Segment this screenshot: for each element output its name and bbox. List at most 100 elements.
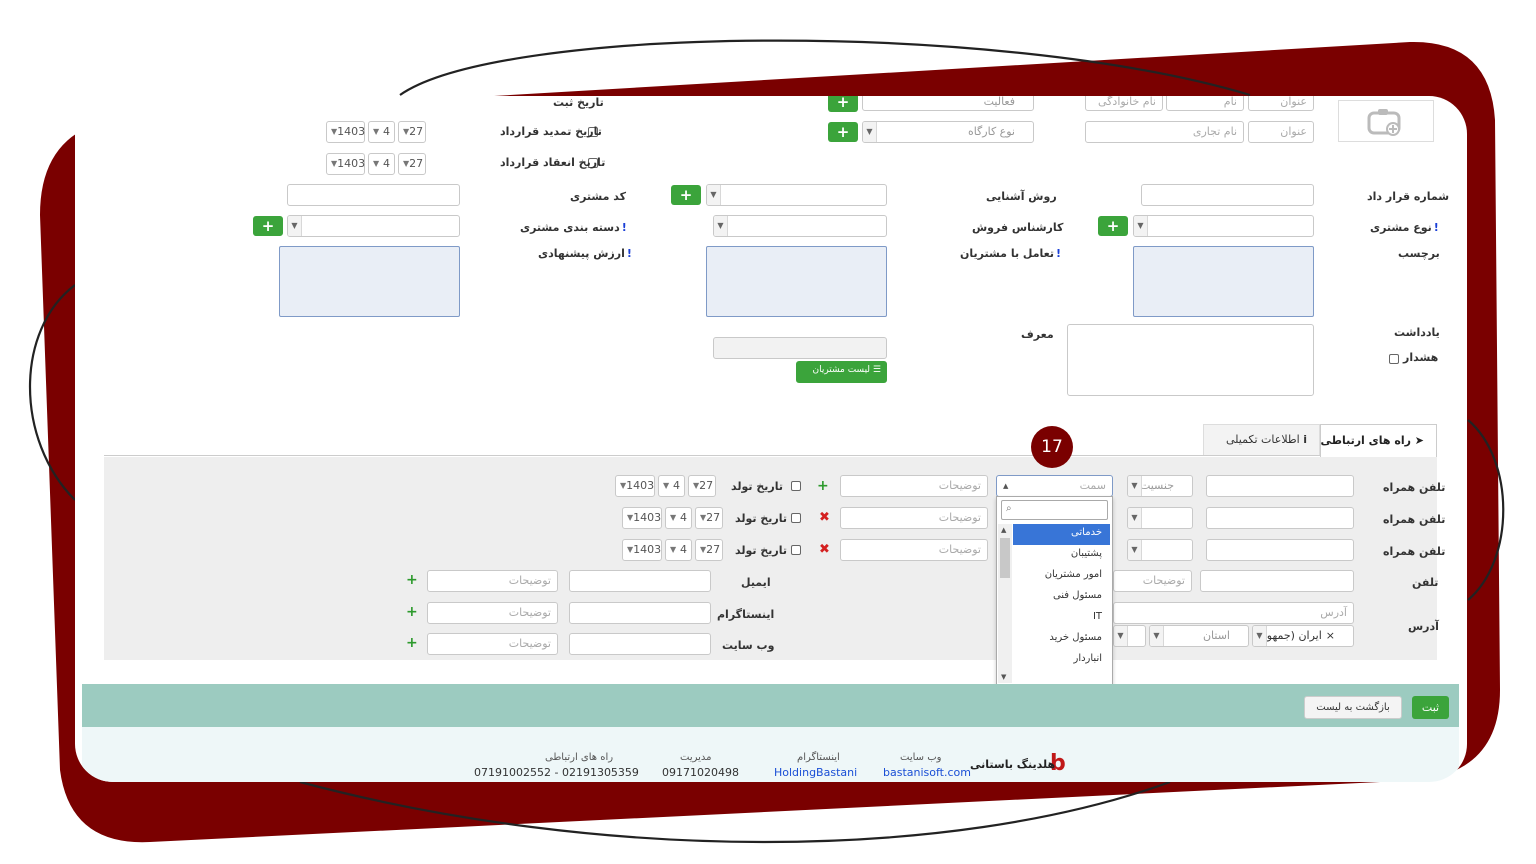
tag-textarea[interactable] xyxy=(1133,246,1314,317)
birth3-month[interactable]: ▼ 4 xyxy=(665,539,692,561)
renew-month[interactable]: ▼ 4 xyxy=(368,121,395,143)
birth-checkbox-2[interactable] xyxy=(791,513,801,523)
renew-day[interactable]: ▼ 27 xyxy=(398,121,426,143)
birth2-month[interactable]: ▼ 4 xyxy=(665,507,692,529)
birth2-year[interactable]: ▼ 1403 xyxy=(622,507,662,529)
back-to-list-button[interactable]: بازگشت به لیست xyxy=(1304,696,1402,719)
dropdown-option[interactable]: مسئول فنی xyxy=(1013,587,1110,608)
mobile-field-2[interactable] xyxy=(1206,507,1354,529)
tag-label: برچسب xyxy=(1398,247,1440,260)
dropdown-option[interactable]: IT xyxy=(1013,608,1110,629)
gender-select-1[interactable]: ▼ جنسیت xyxy=(1127,475,1193,497)
dropdown-option[interactable]: خدماتی xyxy=(1013,524,1110,545)
add-customer-type-button[interactable]: + xyxy=(1098,216,1128,236)
province-select[interactable]: ▼ استان xyxy=(1149,625,1249,647)
add-intro-button[interactable]: + xyxy=(671,185,701,205)
photo-upload[interactable] xyxy=(1338,100,1434,142)
website-desc-field[interactable]: توضیحات xyxy=(427,633,558,655)
mobile-label-3: تلفن همراه xyxy=(1383,545,1446,558)
customer-type-select[interactable]: ▼ xyxy=(1133,215,1314,237)
reg-date-label: تاریخ ثبت xyxy=(553,96,604,109)
proposed-value-textarea[interactable] xyxy=(279,246,460,317)
gender-select-3[interactable]: ▼ xyxy=(1127,539,1193,561)
phone-desc-field[interactable]: توضیحات xyxy=(1113,570,1192,592)
title-field[interactable]: عنوان xyxy=(1248,96,1314,111)
desc-field-2[interactable]: توضیحات xyxy=(840,507,988,529)
dropdown-option[interactable]: امور مشتریان xyxy=(1013,566,1110,587)
birth1-day[interactable]: ▼ 27 xyxy=(688,475,716,497)
country-select[interactable]: ▼ ×ایران (جمهو... xyxy=(1252,625,1354,647)
customer-category-select[interactable]: ▼ xyxy=(287,215,460,237)
instagram-field[interactable] xyxy=(569,602,711,624)
dropdown-option[interactable]: پشتیبان xyxy=(1013,545,1110,566)
phone-field[interactable] xyxy=(1200,570,1354,592)
contract-day[interactable]: ▼ 27 xyxy=(398,153,426,175)
list-icon: ☰ xyxy=(872,365,881,375)
footer-website-link[interactable]: bastanisoft.com xyxy=(883,766,971,779)
email-desc-field[interactable]: توضیحات xyxy=(427,570,558,592)
mobile-field-1[interactable] xyxy=(1206,475,1354,497)
trade-name-field[interactable]: نام تجاری xyxy=(1085,121,1244,143)
submit-button[interactable]: ثبت xyxy=(1412,696,1449,719)
customer-code-field[interactable] xyxy=(287,184,460,206)
birth-checkbox-1[interactable] xyxy=(791,481,801,491)
camera-add-icon xyxy=(1367,109,1401,136)
email-label: ایمیل xyxy=(741,576,771,589)
contract-month[interactable]: ▼ 4 xyxy=(368,153,395,175)
gender-select-2[interactable]: ▼ xyxy=(1127,507,1193,529)
workshop-type-select[interactable]: ▼ نوع کارگاه xyxy=(862,121,1034,143)
dropdown-option[interactable]: مسئول خرید xyxy=(1013,629,1110,650)
add-category-button[interactable]: + xyxy=(253,216,283,236)
city-select[interactable]: ▼شه xyxy=(1113,625,1146,647)
remove-mobile-icon-2[interactable]: ✖ xyxy=(819,510,830,525)
instagram-desc-field[interactable]: توضیحات xyxy=(427,602,558,624)
birth-checkbox-3[interactable] xyxy=(791,545,801,555)
add-website-icon[interactable]: + xyxy=(406,635,418,651)
remove-mobile-icon-3[interactable]: ✖ xyxy=(819,542,830,557)
desc-field-3[interactable]: توضیحات xyxy=(840,539,988,561)
dropdown-option[interactable]: انباردار xyxy=(1013,650,1110,671)
interaction-label: !تعامل با مشتریان xyxy=(960,247,1062,260)
tabs-underline xyxy=(104,455,1437,456)
name-field[interactable]: نام xyxy=(1166,96,1244,111)
dropdown-scrollbar[interactable]: ▲ ▼ xyxy=(998,524,1012,683)
address-field[interactable]: آدرس xyxy=(1113,602,1354,624)
contract-year[interactable]: ▼ 1403 xyxy=(326,153,365,175)
birth3-year[interactable]: ▼ 1403 xyxy=(622,539,662,561)
website-field[interactable] xyxy=(569,633,711,655)
customer-list-button[interactable]: ☰ لیست مشتریان xyxy=(796,361,887,383)
mobile-field-3[interactable] xyxy=(1206,539,1354,561)
renew-year[interactable]: ▼ 1403 xyxy=(326,121,365,143)
footer-instagram-link[interactable]: HoldingBastani xyxy=(774,766,857,779)
contract-no-field[interactable] xyxy=(1141,184,1314,206)
company-title-field[interactable]: عنوان xyxy=(1248,121,1314,143)
tab-extra-info[interactable]: i اطلاعات تکمیلی xyxy=(1203,424,1320,455)
birth2-day[interactable]: ▼ 27 xyxy=(695,507,723,529)
referrer-label: معرف xyxy=(1021,328,1054,341)
add-email-icon[interactable]: + xyxy=(406,572,418,588)
position-select-1[interactable]: ▲ سمت xyxy=(996,475,1113,497)
add-activity-button[interactable]: + xyxy=(828,96,858,112)
birth1-month[interactable]: ▼ 4 xyxy=(658,475,685,497)
note-textarea[interactable] xyxy=(1067,324,1314,396)
tab-contact[interactable]: ➤ راه های ارتباطی xyxy=(1320,424,1437,457)
clear-icon[interactable]: × xyxy=(1326,629,1335,642)
birth3-day[interactable]: ▼ 27 xyxy=(695,539,723,561)
email-field[interactable] xyxy=(569,570,711,592)
add-mobile-icon[interactable]: + xyxy=(817,478,829,494)
add-instagram-icon[interactable]: + xyxy=(406,604,418,620)
footer-management-label: مدیریت xyxy=(680,752,712,763)
intro-method-select[interactable]: ▼ xyxy=(706,184,887,206)
referrer-field[interactable] xyxy=(713,337,887,359)
footer-instagram-label: اینستاگرام xyxy=(797,752,840,763)
family-field[interactable]: نام خانوادگی xyxy=(1085,96,1163,111)
sales-expert-select[interactable]: ▼ xyxy=(713,215,887,237)
add-workshop-button[interactable]: + xyxy=(828,122,858,142)
warning-checkbox[interactable] xyxy=(1389,354,1399,364)
birth1-year[interactable]: ▼ 1403 xyxy=(615,475,655,497)
desc-field-1[interactable]: توضیحات xyxy=(840,475,988,497)
interaction-textarea[interactable] xyxy=(706,246,887,317)
dropdown-search-input[interactable]: ⌕ xyxy=(1001,500,1108,520)
activity-select[interactable]: فعالیت xyxy=(862,96,1034,111)
contract-no-label: شماره قرار داد xyxy=(1367,190,1450,203)
